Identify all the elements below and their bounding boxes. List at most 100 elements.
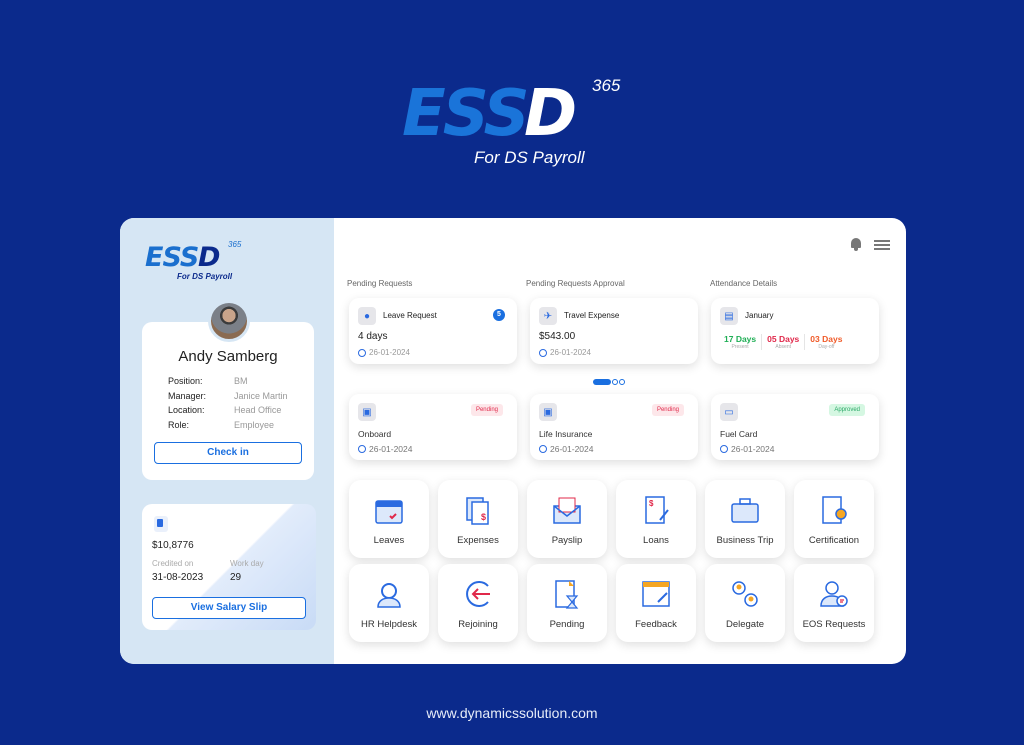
tile-label: Loans xyxy=(643,535,669,546)
field-value: Head Office xyxy=(234,405,282,415)
card-date: 26-01-2024 xyxy=(539,348,591,357)
clipboard-check-icon: ▣ xyxy=(358,403,376,421)
tile-label: Business Trip xyxy=(716,535,774,546)
section-title-attendance: Attendance Details xyxy=(710,279,778,288)
hamburger-menu-icon[interactable] xyxy=(874,239,890,250)
card-value: 4 days xyxy=(358,331,388,342)
credited-label: Credited on xyxy=(152,559,194,568)
carousel-pagination xyxy=(593,379,625,385)
tile-feedback[interactable]: Feedback xyxy=(616,564,696,642)
tile-loans[interactable]: $ Loans xyxy=(616,480,696,558)
svg-text:$: $ xyxy=(481,512,486,522)
salary-card: $10,8776 Credited on Work day 31-08-2023… xyxy=(142,504,316,630)
card-icon: ▭ xyxy=(720,403,738,421)
stat-value: 17 Days xyxy=(724,334,757,344)
logo-d-text: D xyxy=(198,242,221,273)
tile-label: Pending xyxy=(549,619,585,630)
request-card-onboard[interactable]: ▣ Pending Onboard 26-01-2024 xyxy=(349,394,517,460)
profile-row-position: Position: BM xyxy=(168,374,288,389)
tile-label: EOS Requests xyxy=(802,619,866,630)
stat-value: 03 Days xyxy=(810,334,843,344)
footer-url[interactable]: www.dynamicssolution.com xyxy=(0,705,1024,721)
headset-icon xyxy=(373,578,405,610)
stat-label: Present xyxy=(731,344,749,350)
app-window: ESS D 365 For DS Payroll Andy Samberg Po… xyxy=(120,218,906,664)
plane-icon: ✈ xyxy=(539,307,557,325)
date-text: 26-01-2024 xyxy=(731,444,775,454)
top-toolbar xyxy=(850,238,890,251)
view-salary-slip-button[interactable]: View Salary Slip xyxy=(152,597,306,619)
carousel-dot[interactable] xyxy=(619,379,625,385)
bell-icon[interactable] xyxy=(850,238,862,251)
clipboard-icon: ▣ xyxy=(539,403,557,421)
logo-365-text: 365 xyxy=(228,240,242,249)
travel-expense-card[interactable]: ✈ Travel Expense $543.00 26-01-2024 xyxy=(530,298,698,364)
expenses-icon: $ xyxy=(462,494,494,526)
certificate-icon xyxy=(818,494,850,526)
logo-365-text: 365 xyxy=(592,76,621,95)
tile-leaves[interactable]: Leaves xyxy=(349,480,429,558)
tile-delegate[interactable]: Delegate xyxy=(705,564,785,642)
clock-icon xyxy=(720,445,728,453)
request-card-life-insurance[interactable]: ▣ Pending Life Insurance 26-01-2024 xyxy=(530,394,698,460)
sidebar-logo: ESS D 365 For DS Payroll xyxy=(145,240,255,285)
hero-logo: ESS D 365 For DS Payroll xyxy=(402,76,632,176)
carousel-dot-active[interactable] xyxy=(593,379,611,385)
count-badge: 5 xyxy=(493,309,505,321)
calendar-icon xyxy=(373,494,405,526)
delegate-icon xyxy=(729,578,761,610)
eos-user-icon xyxy=(818,578,850,610)
request-card-fuel-card[interactable]: ▭ Approved Fuel Card 26-01-2024 xyxy=(711,394,879,460)
profile-card: Andy Samberg Position: BM Manager: Janice … xyxy=(142,322,314,480)
card-title: Onboard xyxy=(358,429,392,439)
tile-certification[interactable]: Certification xyxy=(794,480,874,558)
profile-row-manager: Manager: Janice Martin xyxy=(168,389,288,404)
workday-value: 29 xyxy=(230,572,242,583)
briefcase-icon xyxy=(729,494,761,526)
stat-present: 17 Days Present xyxy=(719,334,763,350)
field-label: Position: xyxy=(168,376,203,386)
stat-dayoff: 03 Days Day-off xyxy=(805,334,847,350)
profile-row-role: Role: Employee xyxy=(168,418,288,433)
card-value: $543.00 xyxy=(539,331,576,342)
tile-expenses[interactable]: $ Expenses xyxy=(438,480,518,558)
hourglass-document-icon xyxy=(551,578,583,610)
svg-text:$: $ xyxy=(649,499,654,508)
carousel-dot[interactable] xyxy=(612,379,618,385)
leave-request-card[interactable]: ● Leave Request 5 4 days 26-01-2024 xyxy=(349,298,517,364)
profile-name: Andy Samberg xyxy=(178,348,278,365)
tile-eos-requests[interactable]: EOS Requests xyxy=(794,564,874,642)
salary-amount: $10,8776 xyxy=(152,540,194,551)
tile-pending[interactable]: Pending xyxy=(527,564,607,642)
attendance-card[interactable]: ▤ January 17 Days Present 05 Days Absent 0… xyxy=(711,298,879,364)
logo-ess-text: ESS xyxy=(145,242,199,273)
tile-payslip[interactable]: Payslip xyxy=(527,480,607,558)
tile-hr-helpdesk[interactable]: HR Helpdesk xyxy=(349,564,429,642)
tile-label: Certification xyxy=(808,535,860,546)
card-date: 26-01-2024 xyxy=(720,444,774,454)
check-in-button[interactable]: Check in xyxy=(154,442,302,464)
field-value: Janice Martin xyxy=(234,390,288,401)
tile-business-trip[interactable]: Business Trip xyxy=(705,480,785,558)
date-text: 26-01-2024 xyxy=(550,348,591,357)
tile-label: Payslip xyxy=(551,535,583,546)
tile-rejoining[interactable]: Rejoining xyxy=(438,564,518,642)
salary-document-icon xyxy=(154,516,168,532)
logo-d-text: D xyxy=(524,77,578,151)
leave-user-icon: ● xyxy=(358,307,376,325)
tile-label: Expenses xyxy=(457,535,499,546)
clock-icon xyxy=(539,348,547,357)
field-value: BM xyxy=(234,376,248,386)
attendance-stats: 17 Days Present 05 Days Absent 03 Days Day-… xyxy=(719,334,847,350)
logo-ess-text: ESS xyxy=(402,77,530,151)
rejoin-arrow-icon xyxy=(462,578,494,610)
credited-value: 31-08-2023 xyxy=(152,572,204,583)
status-badge: Pending xyxy=(651,404,684,416)
card-date: 26-01-2024 xyxy=(358,444,412,454)
feedback-icon xyxy=(640,578,672,610)
clock-icon xyxy=(358,445,366,453)
field-label: Manager: xyxy=(168,390,207,401)
card-date: 26-01-2024 xyxy=(358,348,410,357)
clock-icon xyxy=(539,445,547,453)
section-title-pending-requests: Pending Requests xyxy=(347,279,413,288)
